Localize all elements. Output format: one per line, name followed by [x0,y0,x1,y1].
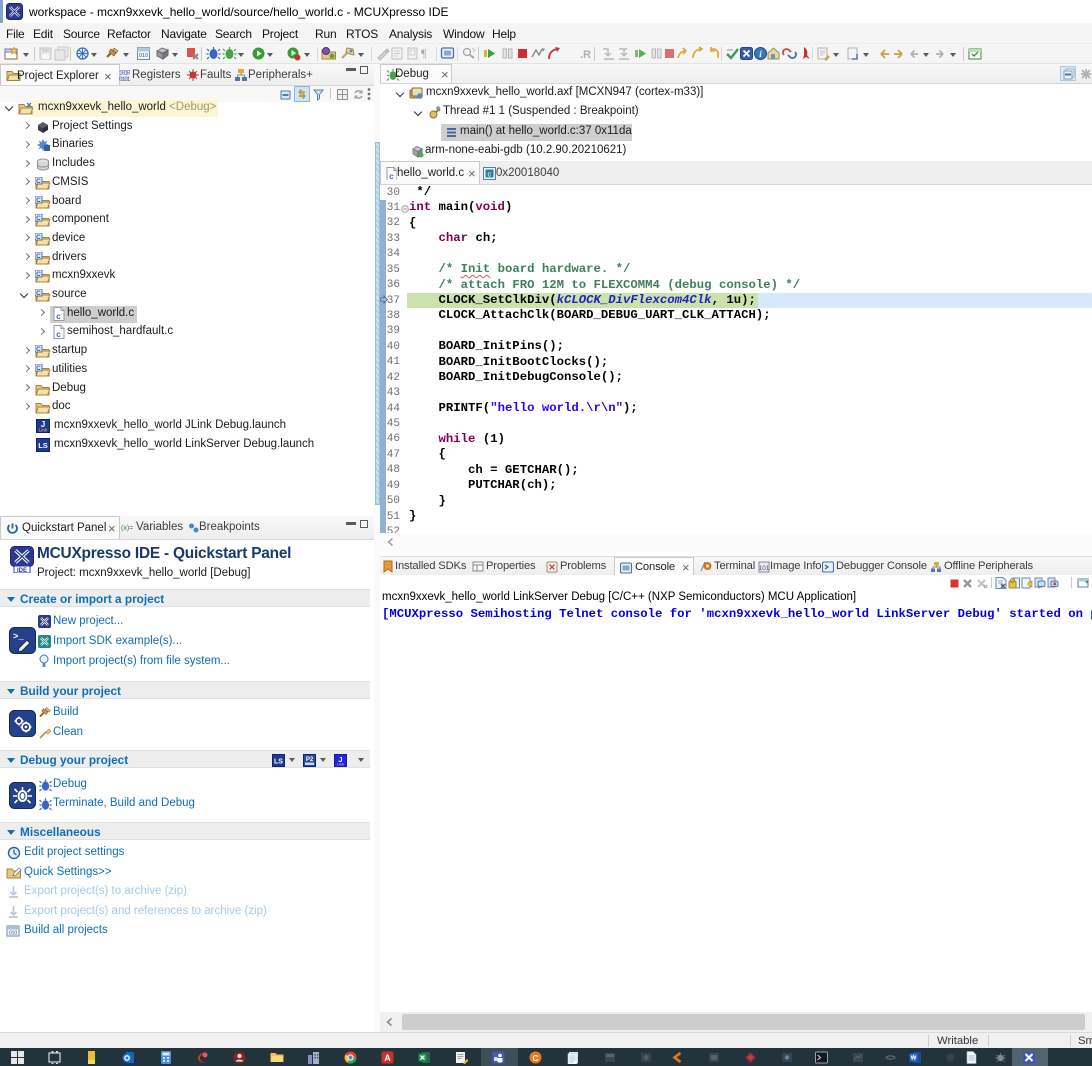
svg-text:c: c [487,172,491,180]
svg-text:Link: Link [39,427,48,432]
svg-text:.R: .R [580,49,591,61]
svg-text:LS: LS [38,441,48,450]
svg-text:010: 010 [9,931,18,937]
svg-text:010: 010 [139,53,148,59]
svg-text:(x)=: (x)= [121,525,133,532]
svg-text:>_: >_ [13,632,24,642]
svg-text:LS: LS [274,758,283,765]
svg-text:0101: 0101 [119,76,131,82]
svg-text:A: A [384,1053,391,1063]
svg-text:IDE: IDE [17,568,27,573]
svg-text:C: C [532,1053,538,1063]
svg-text:101: 101 [759,565,770,572]
svg-text:P2: P2 [306,757,314,763]
svg-text:Link: Link [337,761,344,766]
